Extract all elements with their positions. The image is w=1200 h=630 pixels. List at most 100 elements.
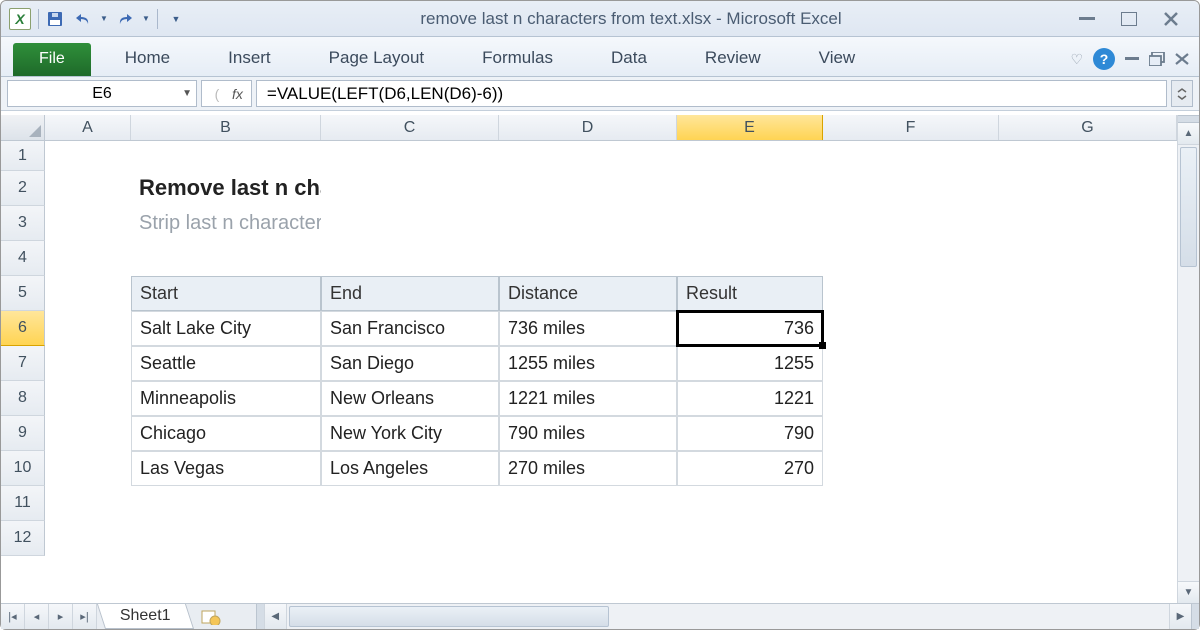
cell-E10[interactable]: 270 — [677, 451, 823, 486]
workbook-restore-icon[interactable] — [1149, 52, 1165, 66]
expand-formula-bar-icon[interactable] — [1171, 80, 1193, 107]
cell-C8[interactable]: New Orleans — [321, 381, 499, 416]
sheet-subtitle[interactable]: Strip last n characters from a text stri… — [131, 206, 321, 241]
scroll-right-icon[interactable]: ▶ — [1169, 604, 1191, 629]
row-header-7[interactable]: 7 — [1, 346, 45, 381]
select-all-corner[interactable] — [1, 115, 45, 140]
sheet-tab-active[interactable]: Sheet1 — [97, 604, 194, 629]
tab-view[interactable]: View — [813, 40, 862, 76]
tab-insert[interactable]: Insert — [222, 40, 277, 76]
sheet-tab-bar: |◂ ◂ ▸ ▸| Sheet1 ◀ ▶ — [1, 603, 1199, 629]
maximize-button[interactable] — [1115, 8, 1143, 30]
workbook-close-icon[interactable] — [1175, 53, 1189, 65]
split-handle-top[interactable] — [1178, 115, 1199, 123]
table-header-distance[interactable]: Distance — [499, 276, 677, 311]
row-header-9[interactable]: 9 — [1, 416, 45, 451]
redo-dropdown[interactable]: ▼ — [140, 6, 152, 32]
scroll-left-icon[interactable]: ◀ — [264, 604, 286, 629]
undo-button[interactable] — [70, 6, 96, 32]
col-header-C[interactable]: C — [321, 115, 499, 140]
split-handle-right[interactable] — [1191, 604, 1199, 629]
cell-C6[interactable]: San Francisco — [321, 311, 499, 346]
excel-icon: X — [9, 8, 31, 30]
vscroll-thumb[interactable] — [1180, 147, 1197, 267]
formula-controls: ( fx — [201, 80, 252, 107]
tab-review[interactable]: Review — [699, 40, 767, 76]
close-button[interactable] — [1157, 8, 1185, 30]
col-header-D[interactable]: D — [499, 115, 677, 140]
cell-C10[interactable]: Los Angeles — [321, 451, 499, 486]
save-button[interactable] — [42, 6, 68, 32]
cell-E6[interactable]: 736 — [677, 311, 823, 346]
cell-D7[interactable]: 1255 miles — [499, 346, 677, 381]
row-header-10[interactable]: 10 — [1, 451, 45, 486]
scroll-up-icon[interactable]: ▲ — [1178, 123, 1199, 145]
cell-D8[interactable]: 1221 miles — [499, 381, 677, 416]
row-header-6[interactable]: 6 — [1, 311, 45, 346]
col-header-B[interactable]: B — [131, 115, 321, 140]
cancel-formula-icon[interactable]: ( — [210, 86, 224, 102]
vertical-scrollbar[interactable]: ▲ ▼ — [1177, 115, 1199, 603]
sheet-title[interactable]: Remove last n characters from text — [131, 171, 321, 206]
cell-B7[interactable]: Seattle — [131, 346, 321, 381]
cell-B10[interactable]: Las Vegas — [131, 451, 321, 486]
minimize-button[interactable] — [1073, 8, 1101, 30]
col-header-F[interactable]: F — [823, 115, 999, 140]
quick-access-toolbar: ▼ ▼ ▼ — [42, 6, 189, 32]
cell-B6[interactable]: Salt Lake City — [131, 311, 321, 346]
row-header-1[interactable]: 1 — [1, 141, 45, 171]
cell-E8[interactable]: 1221 — [677, 381, 823, 416]
table-header-end[interactable]: End — [321, 276, 499, 311]
cell-E9[interactable]: 790 — [677, 416, 823, 451]
col-header-E[interactable]: E — [677, 115, 823, 140]
title-bar: X ▼ ▼ ▼ remove last n characters from te… — [1, 1, 1199, 37]
row-header-5[interactable]: 5 — [1, 276, 45, 311]
ribbon-minimize-icon[interactable]: ♡ — [1070, 51, 1083, 68]
cell-C9[interactable]: New York City — [321, 416, 499, 451]
tab-nav-last-icon[interactable]: ▸| — [73, 604, 97, 629]
table-header-start[interactable]: Start — [131, 276, 321, 311]
help-icon[interactable]: ? — [1093, 48, 1115, 70]
cell-D9[interactable]: 790 miles — [499, 416, 677, 451]
row-header-12[interactable]: 12 — [1, 521, 45, 556]
tab-page-layout[interactable]: Page Layout — [323, 40, 430, 76]
name-box[interactable]: E6 ▼ — [7, 80, 197, 107]
row-header-4[interactable]: 4 — [1, 241, 45, 276]
tab-formulas[interactable]: Formulas — [476, 40, 559, 76]
qat-customize[interactable]: ▼ — [163, 6, 189, 32]
fx-icon[interactable]: fx — [232, 86, 243, 102]
tab-home[interactable]: Home — [119, 40, 176, 76]
cell-E7[interactable]: 1255 — [677, 346, 823, 381]
cell-C7[interactable]: San Diego — [321, 346, 499, 381]
formula-input[interactable]: =VALUE(LEFT(D6,LEN(D6)-6)) — [256, 80, 1167, 107]
cell-B8[interactable]: Minneapolis — [131, 381, 321, 416]
cell-D6[interactable]: 736 miles — [499, 311, 677, 346]
col-header-A[interactable]: A — [45, 115, 131, 140]
name-box-dropdown-icon[interactable]: ▼ — [182, 88, 192, 99]
worksheet-grid[interactable]: A B C D E F G 1 2 Remove last n characte… — [1, 115, 1177, 603]
workbook-minimize-icon[interactable] — [1125, 57, 1139, 61]
tab-nav-next-icon[interactable]: ▸ — [49, 604, 73, 629]
undo-dropdown[interactable]: ▼ — [98, 6, 110, 32]
redo-button[interactable] — [112, 6, 138, 32]
row-header-3[interactable]: 3 — [1, 206, 45, 241]
hscroll-thumb[interactable] — [289, 606, 609, 627]
row-header-11[interactable]: 11 — [1, 486, 45, 521]
tab-nav-prev-icon[interactable]: ◂ — [25, 604, 49, 629]
ribbon-tabs: File Home Insert Page Layout Formulas Da… — [1, 37, 1199, 77]
tab-nav-first-icon[interactable]: |◂ — [1, 604, 25, 629]
table-header-result[interactable]: Result — [677, 276, 823, 311]
row-header-2[interactable]: 2 — [1, 171, 45, 206]
cell-D10[interactable]: 270 miles — [499, 451, 677, 486]
col-header-G[interactable]: G — [999, 115, 1177, 140]
file-tab[interactable]: File — [13, 43, 91, 76]
new-sheet-icon[interactable] — [196, 604, 226, 629]
scroll-down-icon[interactable]: ▼ — [1178, 581, 1199, 603]
sheet-tab-label: Sheet1 — [120, 607, 171, 625]
tab-split-handle[interactable] — [256, 604, 264, 629]
horizontal-scrollbar[interactable]: ◀ ▶ — [256, 604, 1199, 629]
formula-text: =VALUE(LEFT(D6,LEN(D6)-6)) — [267, 84, 503, 104]
row-header-8[interactable]: 8 — [1, 381, 45, 416]
cell-B9[interactable]: Chicago — [131, 416, 321, 451]
tab-data[interactable]: Data — [605, 40, 653, 76]
